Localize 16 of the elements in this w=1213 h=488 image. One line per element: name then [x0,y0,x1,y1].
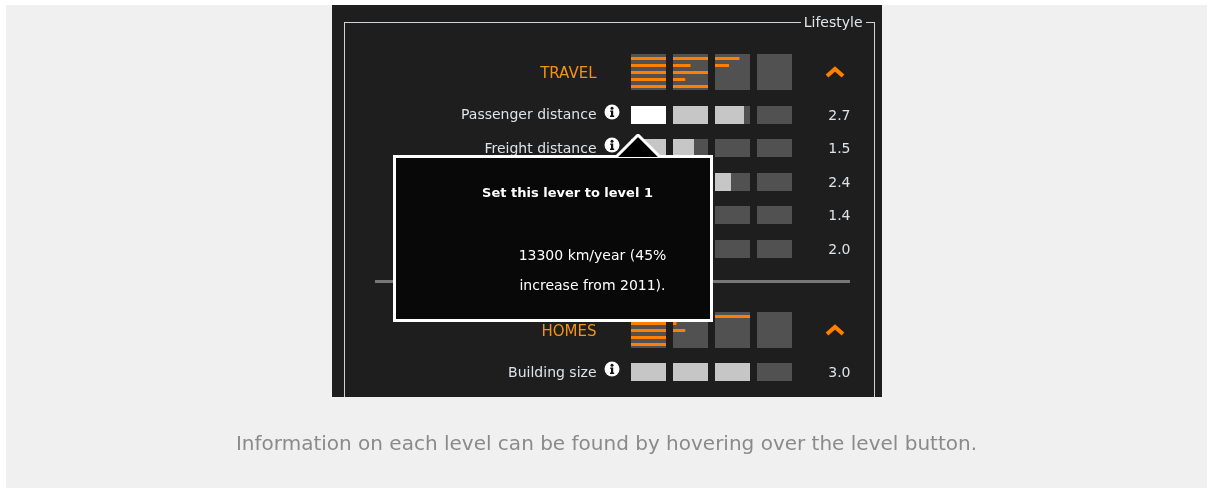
section-title: TRAVEL [539,63,597,84]
lever-label: Passenger distance [460,105,597,124]
section-title: HOMES [540,320,597,342]
lever-value: 2.7 [827,106,851,123]
lever-label: Building size [507,362,597,382]
lever-value: 3.0 [827,364,851,381]
lever-value: 2.4 [827,173,851,190]
lever-value: 2.0 [827,240,851,257]
tooltip-text: 13300 km/year (45% [517,246,668,265]
legend-title: Lifestyle [802,14,864,30]
caption-text: Information on each level can be found by hovering over the level button. [235,431,978,455]
lever-value: 1.5 [827,140,851,157]
tooltip-title: Set this lever to level 1 [481,185,654,200]
lever-value: 1.4 [827,207,851,224]
lever-label: Freight distance [483,138,597,158]
tooltip-text: increase from 2011). [518,276,667,295]
